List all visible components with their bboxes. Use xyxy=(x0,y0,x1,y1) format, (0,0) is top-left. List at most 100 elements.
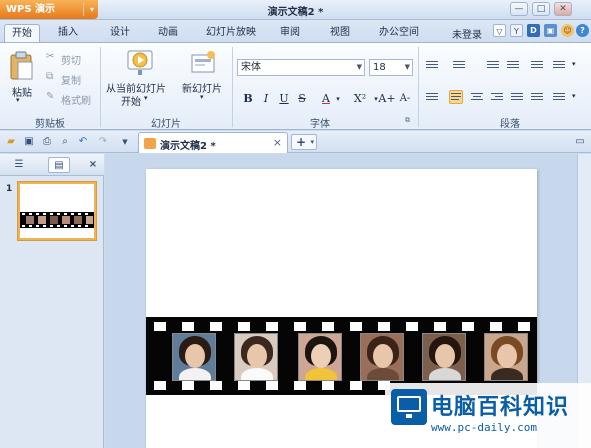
docer-icon[interactable]: D xyxy=(527,24,540,37)
align-right-icon[interactable] xyxy=(490,91,504,105)
monitor-stand xyxy=(406,414,412,418)
new-tab-button[interactable]: + ▾ xyxy=(291,134,317,150)
photo-frame[interactable] xyxy=(484,333,528,381)
window-icon[interactable]: ▣ xyxy=(544,24,557,37)
chevron-down-icon[interactable]: ▾ xyxy=(572,60,576,68)
increase-indent-icon[interactable] xyxy=(506,59,520,73)
copy-icon: ⧉ xyxy=(46,71,54,82)
superscript-button[interactable]: X² xyxy=(350,91,370,107)
close-button[interactable]: ✕ xyxy=(554,2,572,16)
photo-frame[interactable] xyxy=(422,333,466,381)
bold-button[interactable]: B xyxy=(240,91,256,107)
panel-toggle-icon[interactable]: ▭ xyxy=(572,135,588,149)
align-text-icon[interactable] xyxy=(552,91,566,105)
italic-button[interactable]: I xyxy=(258,91,274,107)
tab-review[interactable]: 审阅 xyxy=(272,24,308,42)
film-hole xyxy=(350,381,362,390)
title-bar: WPS 演示 ▾ 演示文稿2 * — □ ✕ xyxy=(0,0,591,20)
user-avatar-icon[interactable]: ☺ xyxy=(561,24,574,37)
tab-animation[interactable]: 动画 xyxy=(150,24,186,42)
tab-office-space[interactable]: 办公空间 xyxy=(370,24,428,42)
film-hole xyxy=(182,322,194,331)
photo-frame[interactable] xyxy=(234,333,278,381)
tab-document[interactable]: 演示文稿2 * × xyxy=(138,132,288,153)
open-folder-icon[interactable]: ▰ xyxy=(4,135,18,149)
monitor-icon xyxy=(397,396,421,412)
tab-slideshow[interactable]: 幻灯片放映 xyxy=(198,24,264,42)
outline-tab-icon[interactable]: ☰ xyxy=(8,157,30,173)
photo-frame[interactable] xyxy=(172,333,216,381)
print-preview-icon[interactable]: ⌕ xyxy=(58,135,72,149)
photo-face xyxy=(185,344,205,368)
underline-button[interactable]: U xyxy=(276,91,292,107)
grow-font-button[interactable]: A+ xyxy=(378,91,396,107)
tab-insert[interactable]: 插入 xyxy=(50,24,86,42)
slide-number: 1 xyxy=(6,184,13,194)
tab-view[interactable]: 视图 xyxy=(322,24,358,42)
align-left-icon[interactable] xyxy=(449,90,463,104)
numbering-icon[interactable] xyxy=(452,59,466,73)
undo-icon[interactable]: ↶ xyxy=(76,135,90,149)
close-panel-icon[interactable]: × xyxy=(82,157,104,173)
film-hole xyxy=(154,322,166,331)
photo-body xyxy=(491,368,523,380)
restore-button[interactable]: □ xyxy=(532,2,550,16)
tab-home[interactable]: 开始 xyxy=(4,24,40,42)
copy-button[interactable]: ⧉ 复制 xyxy=(46,71,96,87)
paste-label: 粘贴 xyxy=(12,88,32,99)
redo-icon[interactable]: ↷ xyxy=(96,135,110,149)
film-strip-thumbnail xyxy=(20,212,94,228)
help-icon[interactable]: ? xyxy=(576,24,589,37)
chevron-down-icon: ▼ xyxy=(404,63,410,71)
chevron-down-icon: ▾ xyxy=(16,96,20,104)
font-group-label: 字体 xyxy=(310,119,330,130)
print-icon[interactable]: ⎙ xyxy=(40,135,54,149)
font-size-select[interactable]: 18 ▼ xyxy=(369,59,413,76)
divider xyxy=(100,47,101,127)
save-icon[interactable]: ▣ xyxy=(22,135,36,149)
cut-button[interactable]: ✂ 剪切 xyxy=(46,51,96,67)
new-slide-button[interactable]: 新幻灯片 ▾ xyxy=(180,49,228,111)
chevron-down-icon: ▾ xyxy=(310,138,314,146)
font-size-value: 18 xyxy=(373,62,386,73)
tab-design[interactable]: 设计 xyxy=(102,24,138,42)
strikethrough-button[interactable]: S xyxy=(294,91,310,107)
photo-frame[interactable] xyxy=(298,333,342,381)
chevron-down-icon[interactable]: ▾ xyxy=(572,92,576,100)
film-hole xyxy=(350,322,362,331)
window-title: 演示文稿2 * xyxy=(267,7,324,18)
divider xyxy=(232,47,233,127)
font-name-select[interactable]: 宋体 ▼ xyxy=(237,59,365,76)
film-hole xyxy=(294,322,306,331)
play-from-current-button[interactable]: 从当前幻灯片 开始 ▾ xyxy=(106,49,172,111)
film-hole xyxy=(210,322,222,331)
column-icon[interactable] xyxy=(425,91,439,105)
paste-button[interactable]: 粘贴 ▾ xyxy=(8,51,38,105)
bullets-icon[interactable] xyxy=(425,59,439,73)
minimize-button[interactable]: — xyxy=(510,2,528,16)
ribbon-tab-bar: 开始 插入 设计 动画 幻灯片放映 审阅 视图 办公空间 未登录 ▽ Y D ▣… xyxy=(0,20,591,42)
justify-icon[interactable] xyxy=(510,91,524,105)
shrink-font-button[interactable]: A- xyxy=(396,91,414,107)
shirt-icon[interactable]: ▽ xyxy=(493,24,506,37)
dialog-launcher-icon[interactable]: ⧉ xyxy=(405,116,410,125)
chevron-down-icon[interactable]: ▾ xyxy=(330,91,346,107)
chevron-down-icon[interactable]: ▼ xyxy=(118,135,132,149)
document-name: 演示文稿2 * xyxy=(160,141,216,152)
distribute-icon[interactable] xyxy=(530,91,544,105)
slides-tab-icon[interactable]: ▤ xyxy=(48,157,70,173)
format-painter-button[interactable]: ✎ 格式刷 xyxy=(46,91,96,107)
slide-thumbnail[interactable] xyxy=(18,182,96,240)
photo-body xyxy=(305,368,337,380)
film-hole xyxy=(266,322,278,331)
film-hole xyxy=(462,322,474,331)
decrease-indent-icon[interactable] xyxy=(486,59,500,73)
text-direction-icon[interactable] xyxy=(552,59,566,73)
photo-frame[interactable] xyxy=(360,333,404,381)
line-spacing-icon[interactable] xyxy=(530,59,544,73)
skin-icon[interactable]: Y xyxy=(510,24,523,37)
login-status[interactable]: 未登录 xyxy=(452,26,482,41)
close-icon[interactable]: × xyxy=(273,136,282,149)
brush-icon: ✎ xyxy=(46,91,55,102)
align-center-icon[interactable] xyxy=(470,91,484,105)
